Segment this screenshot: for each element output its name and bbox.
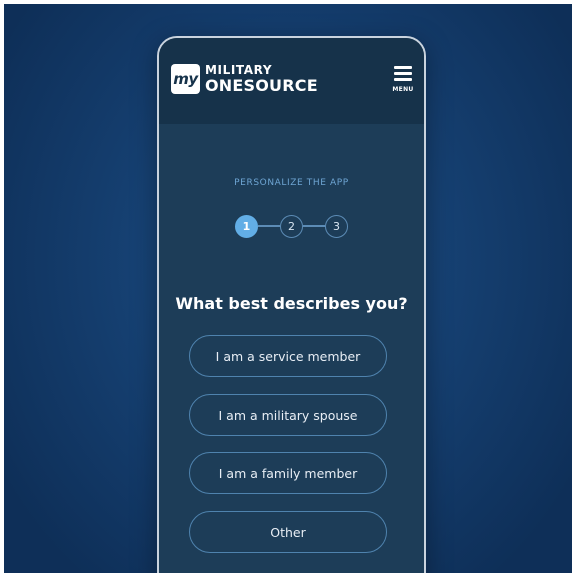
option-other-button[interactable]: Other — [189, 510, 387, 553]
option-service-member-button[interactable]: I am a service member — [189, 335, 387, 377]
logo-line-onesource: ONESOURCE — [205, 76, 318, 95]
step-2: 2 — [280, 214, 303, 238]
app-header: my MILITARY ONESOURCE MENU — [159, 38, 424, 124]
step-connector — [303, 225, 325, 227]
step-1: 1 — [235, 214, 258, 238]
menu-label: MENU — [392, 86, 414, 93]
step-connector — [258, 225, 280, 227]
options-list: I am a service member I am a military sp… — [189, 335, 387, 569]
step-3: 3 — [325, 214, 348, 238]
phone-screen: my MILITARY ONESOURCE MENU PERSONALIZE T… — [157, 36, 426, 573]
option-family-member-button[interactable]: I am a family member — [189, 452, 387, 494]
option-military-spouse-button[interactable]: I am a military spouse — [189, 393, 387, 436]
hamburger-menu-icon — [394, 66, 412, 84]
app-logo[interactable]: my MILITARY ONESOURCE — [171, 64, 318, 94]
personalize-heading: PERSONALIZE THE APP — [234, 178, 349, 188]
question-title: What best describes you? — [175, 294, 408, 313]
logo-wordmark: MILITARY ONESOURCE — [205, 64, 318, 94]
background: my MILITARY ONESOURCE MENU PERSONALIZE T… — [4, 4, 572, 573]
menu-button[interactable]: MENU — [392, 66, 414, 93]
logo-line-military: MILITARY — [205, 63, 273, 77]
step-indicator: 1 2 3 — [159, 210, 424, 242]
logo-badge: my — [171, 64, 200, 94]
